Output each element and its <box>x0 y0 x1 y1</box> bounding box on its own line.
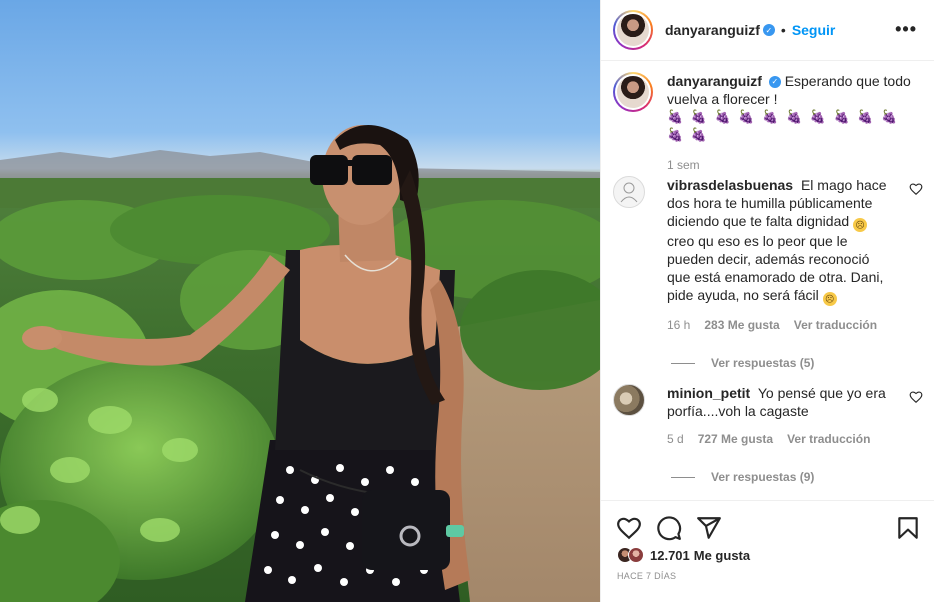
translate-link[interactable]: Ver traducción <box>794 316 877 334</box>
commenter-avatar[interactable] <box>613 384 645 416</box>
sad-emoji-icon: ☹ <box>853 218 868 232</box>
follow-button[interactable]: Seguir <box>792 22 836 38</box>
post-photo[interactable] <box>0 0 600 602</box>
verified-icon: ✓ <box>762 24 775 36</box>
caption-username[interactable]: danyaranguizf <box>667 73 762 89</box>
author-username[interactable]: danyaranguizf <box>665 22 760 38</box>
bookmark-icon[interactable] <box>895 515 921 541</box>
comment-time: 5 d <box>667 432 684 446</box>
verified-icon: ✓ <box>768 76 781 89</box>
likes-summary[interactable]: 12.701 Me gusta <box>617 547 750 563</box>
post-actions: 12.701 Me gusta HACE 7 DÍAS <box>601 500 934 602</box>
sad-emoji-icon: ☹ <box>822 292 837 306</box>
post-time-ago[interactable]: HACE 7 DÍAS <box>617 571 676 581</box>
likes-label: Me gusta <box>693 547 751 563</box>
caption-avatar[interactable] <box>613 72 653 112</box>
liker-avatar <box>628 547 644 563</box>
comment-icon[interactable] <box>656 515 682 541</box>
comment-time: 16 h <box>667 318 691 332</box>
caption-time: 1 sem <box>667 158 700 172</box>
post-header: danyaranguizf ✓ • Seguir ••• <box>601 0 934 61</box>
comment-username[interactable]: minion_petit <box>667 385 750 401</box>
likes-count: 12.701 <box>650 547 690 563</box>
translate-link[interactable]: Ver traducción <box>787 430 870 448</box>
view-replies-label: Ver respuestas (5) <box>711 356 815 370</box>
comment-username[interactable]: vibrasdelasbuenas <box>667 177 793 193</box>
post-side-panel: danyaranguizf ✓ • Seguir ••• danyarangui… <box>600 0 934 602</box>
comment-item: vibrasdelasbuenas El mago hace dos hora … <box>613 176 923 370</box>
comments-list[interactable]: danyaranguizf ✓ Esperando que todo vuelv… <box>601 62 934 500</box>
comment-text-continued: creo qu eso es lo peor que le pueden dec… <box>667 233 884 303</box>
caption-emojis: 🍇 🍇 🍇 🍇 🍇 🍇 🍇 🍇 🍇 🍇 🍇 🍇 <box>667 109 900 142</box>
comment-likes[interactable]: 727 Me gusta <box>698 430 773 448</box>
comment-like-heart-icon[interactable] <box>909 182 923 196</box>
heart-icon[interactable] <box>616 515 642 541</box>
comment-like-heart-icon[interactable] <box>909 390 923 404</box>
comment-likes[interactable]: 283 Me gusta <box>704 316 779 334</box>
commenter-avatar[interactable] <box>613 176 645 208</box>
more-icon[interactable]: ••• <box>895 20 917 38</box>
share-icon[interactable] <box>696 515 722 541</box>
view-replies-label: Ver respuestas (9) <box>711 470 815 484</box>
view-replies-button[interactable]: Ver respuestas (9) <box>671 470 923 484</box>
view-replies-button[interactable]: Ver respuestas (5) <box>671 356 923 370</box>
separator-dot: • <box>780 22 786 38</box>
comment-item: minion_petit Yo pensé que yo era porfía.… <box>613 384 923 484</box>
vineyard-photo-illustration <box>0 125 600 602</box>
post-caption: danyaranguizf ✓ Esperando que todo vuelv… <box>613 72 923 174</box>
author-avatar[interactable] <box>613 10 653 50</box>
